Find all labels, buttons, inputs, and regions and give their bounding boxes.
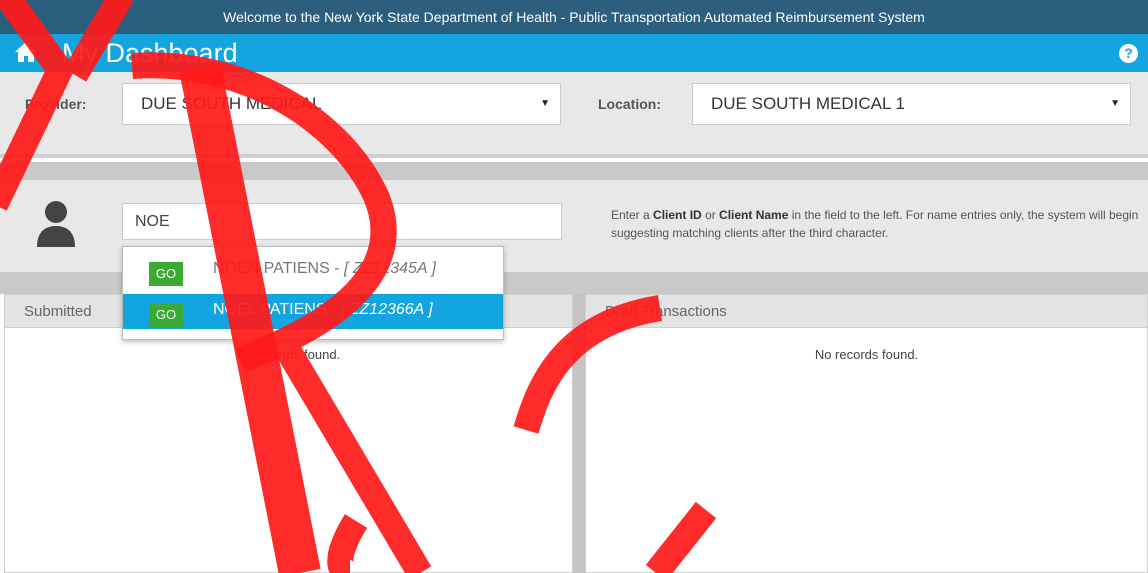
separator <box>0 162 1148 180</box>
provider-label: Provider: <box>25 96 87 112</box>
go-button[interactable]: GO <box>149 262 183 286</box>
client-search-input[interactable] <box>122 203 562 240</box>
draft-panel: Draft Transactions No records found. <box>585 294 1148 573</box>
welcome-text: Welcome to the New York State Department… <box>223 9 925 25</box>
suggestion-label: NOEL PATIENS - [ ZZ12366A ] <box>213 301 433 318</box>
suggestion-label: NOEN PATIENS - [ ZZ12345A ] <box>213 260 436 277</box>
welcome-banner: Welcome to the New York State Department… <box>0 0 1148 34</box>
location-select[interactable]: DUE SOUTH MEDICAL 1 ▼ <box>692 83 1131 125</box>
provider-select[interactable]: DUE SOUTH MEDICAL ▼ <box>122 83 561 125</box>
location-value: DUE SOUTH MEDICAL 1 <box>711 94 905 113</box>
home-icon[interactable] <box>14 41 38 68</box>
dashboard-header: My Dashboard ? <box>0 34 1148 72</box>
chevron-down-icon: ▼ <box>540 98 550 109</box>
chevron-down-icon: ▼ <box>1110 98 1120 109</box>
search-help-text: Enter a Client ID or Client Name in the … <box>611 208 1139 240</box>
draft-empty-message: No records found. <box>814 347 919 362</box>
suggestion-item[interactable]: GO NOEN PATIENS - [ ZZ12345A ] <box>123 253 503 288</box>
help-icon[interactable]: ? <box>1119 44 1138 63</box>
draft-panel-title: Draft Transactions <box>586 295 1147 328</box>
suggestion-item-selected[interactable]: GO NOEL PATIENS - [ ZZ12366A ] <box>123 294 503 329</box>
filter-bar: Provider: DUE SOUTH MEDICAL ▼ Location: … <box>0 72 1148 158</box>
provider-value: DUE SOUTH MEDICAL <box>141 94 322 113</box>
client-suggestion-dropdown: GO NOEN PATIENS - [ ZZ12345A ] GO NOEL P… <box>122 246 504 340</box>
location-label: Location: <box>598 96 661 112</box>
panel-divider <box>573 294 585 573</box>
user-icon <box>34 200 78 253</box>
go-button[interactable]: GO <box>149 303 183 327</box>
page-title: My Dashboard <box>62 38 238 68</box>
submitted-empty-message: No records found. <box>236 347 341 362</box>
